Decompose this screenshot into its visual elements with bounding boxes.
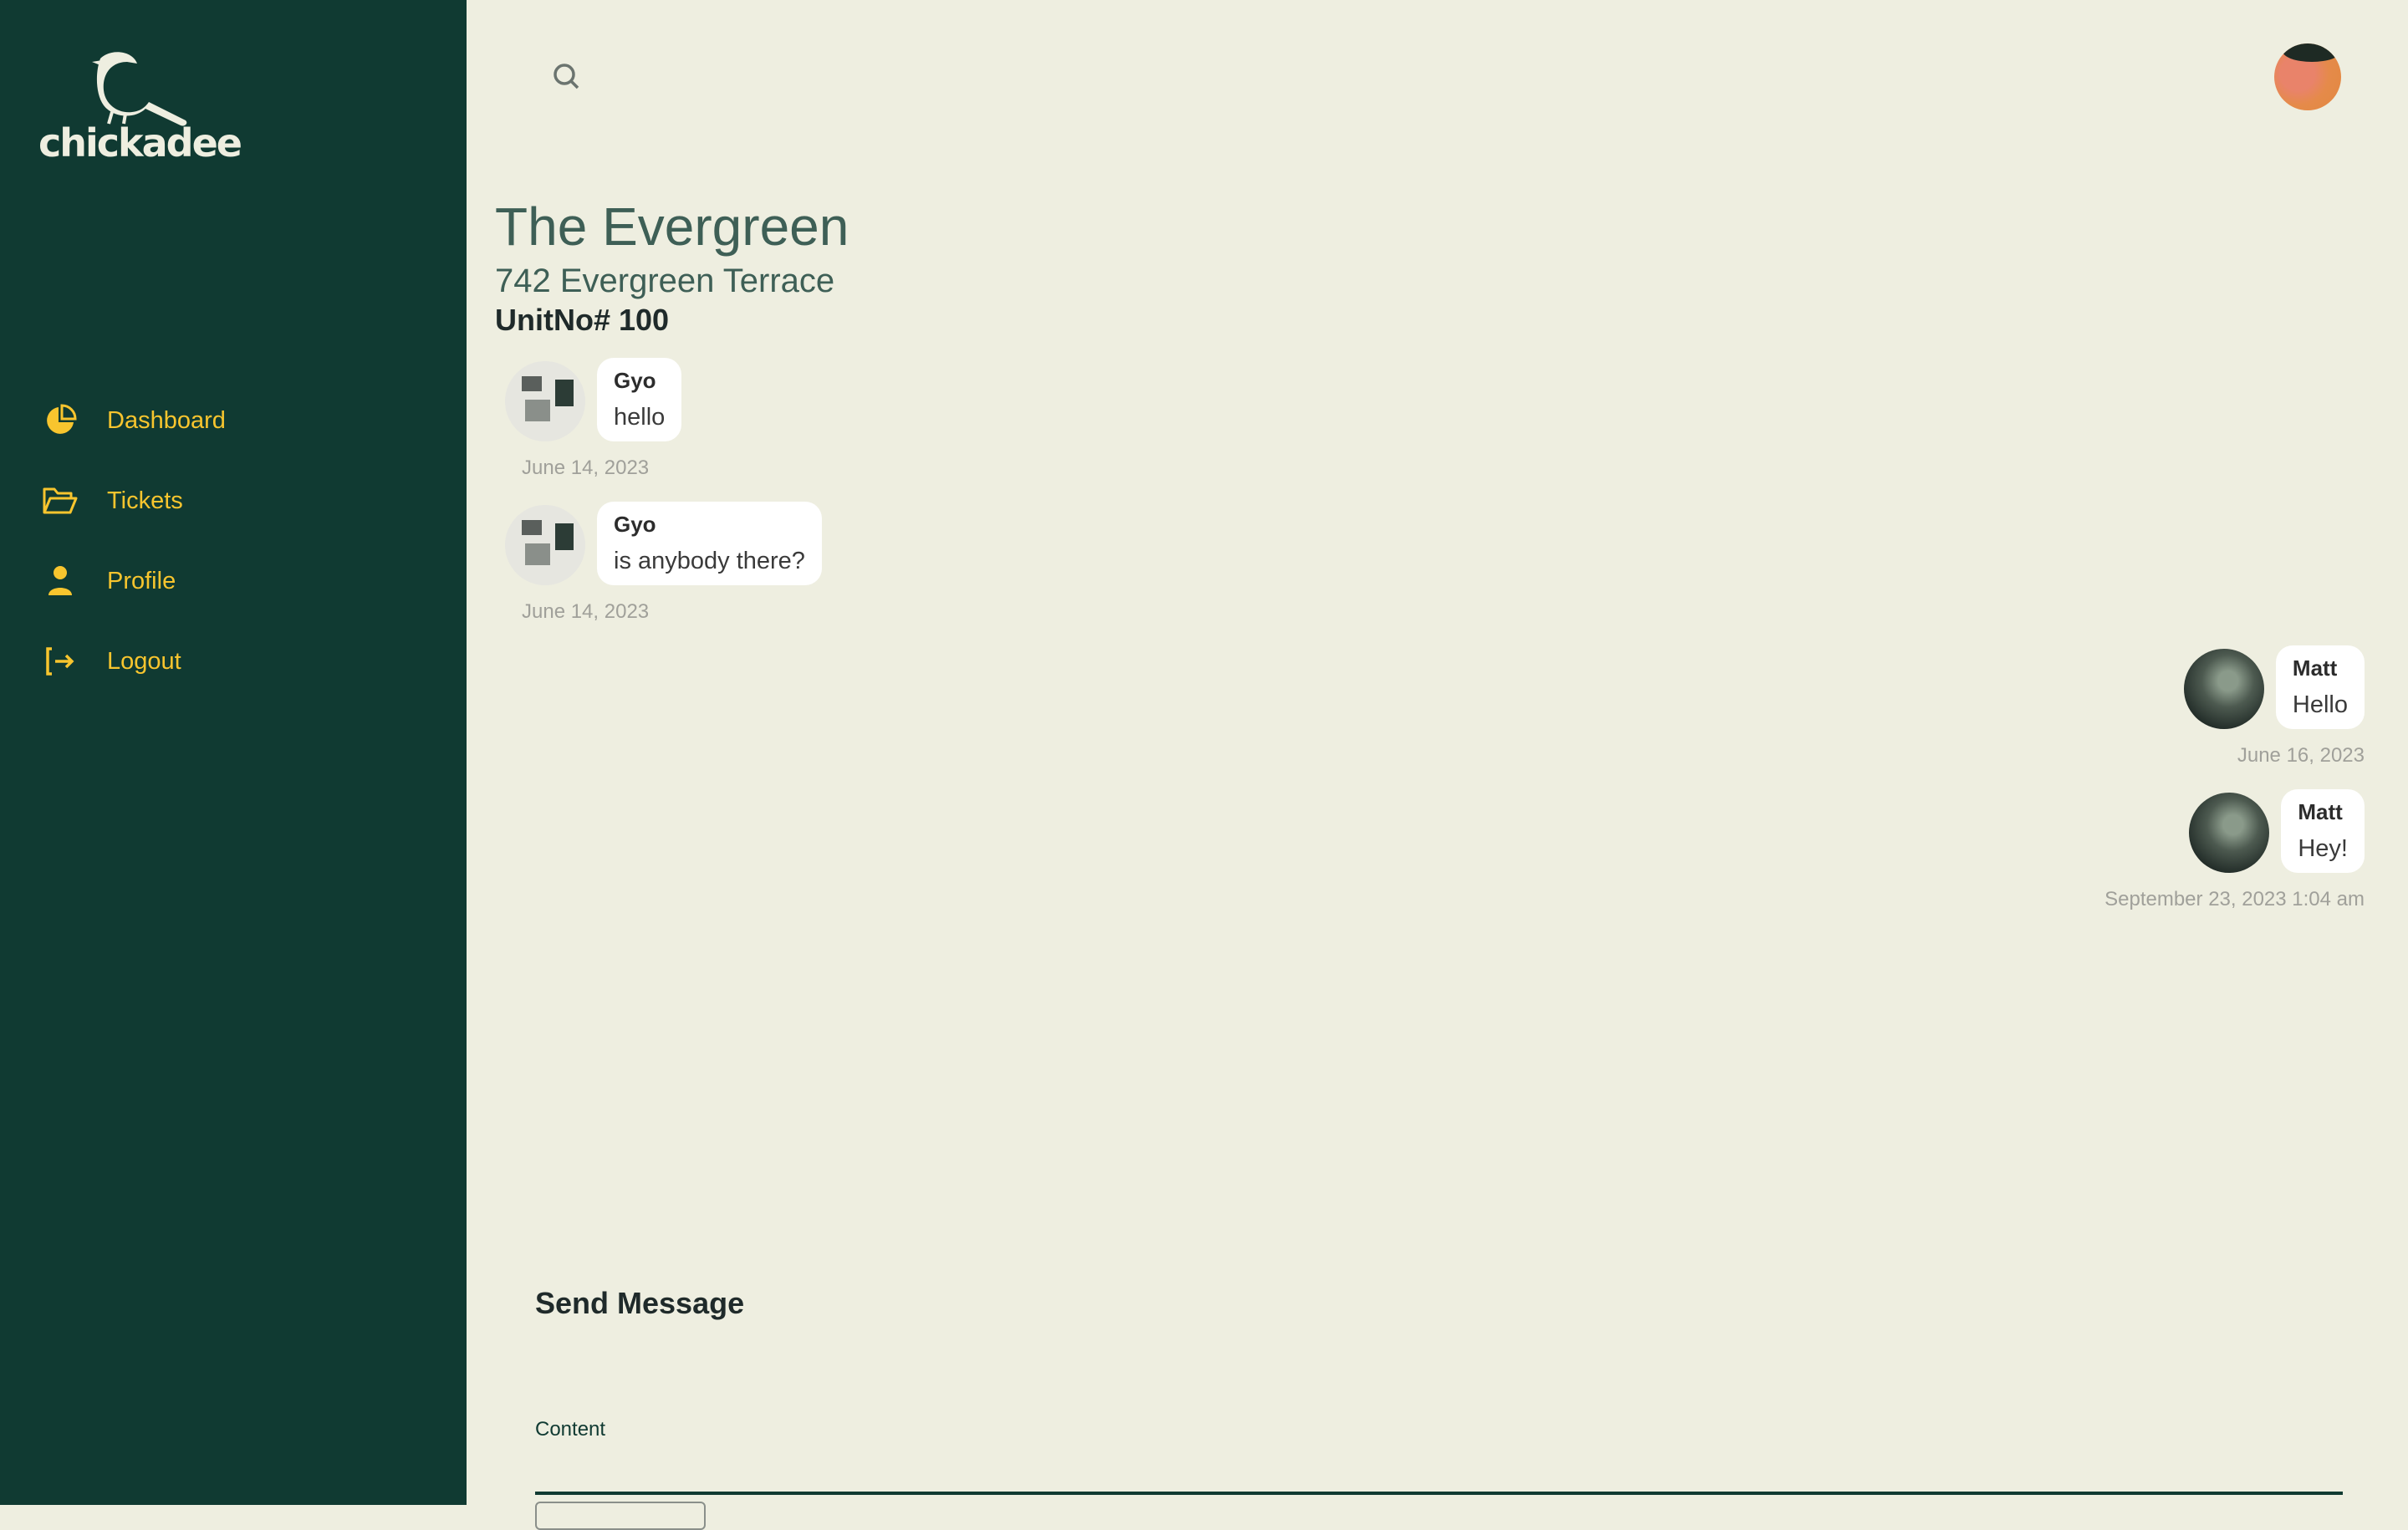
sidebar-item-logout[interactable]: Logout — [42, 621, 226, 701]
message-item: Gyo hello June 14, 2023 — [505, 358, 682, 480]
folder-open-icon — [42, 482, 79, 519]
sidebar-item-label: Tickets — [107, 487, 183, 514]
send-message-title: Send Message — [535, 1286, 745, 1320]
message-timestamp: June 16, 2023 — [2237, 744, 2365, 767]
content-label: Content — [535, 1418, 606, 1441]
message-item: Matt Hey! September 23, 2023 1:04 am — [2104, 789, 2365, 911]
message-bubble: Gyo is anybody there? — [597, 502, 822, 585]
message-bubble: Matt Hey! — [2281, 789, 2365, 873]
message-author: Matt — [2298, 799, 2343, 824]
sidebar-item-dashboard[interactable]: Dashboard — [42, 380, 226, 461]
message-author: Matt — [2292, 655, 2338, 681]
sidebar-item-label: Profile — [107, 567, 176, 594]
message-text: hello — [614, 404, 666, 431]
sidebar-item-profile[interactable]: Profile — [42, 541, 226, 621]
sidebar: chickadee Dashboard Tickets Profile Logo… — [0, 0, 467, 1505]
brand-logo[interactable]: chickadee — [38, 47, 242, 166]
user-icon — [42, 563, 79, 599]
message-text: is anybody there? — [614, 548, 805, 574]
avatar — [505, 361, 585, 441]
sidebar-nav: Dashboard Tickets Profile Logout — [42, 380, 226, 701]
avatar — [505, 505, 585, 585]
pie-chart-icon — [42, 402, 79, 439]
property-address: 742 Evergreen Terrace — [495, 263, 835, 299]
message-author: Gyo — [614, 512, 656, 537]
message-bubble: Matt Hello — [2275, 645, 2365, 729]
message-item: Matt Hello June 16, 2023 — [2183, 645, 2365, 768]
avatar — [2189, 793, 2270, 873]
sidebar-item-label: Logout — [107, 647, 181, 675]
user-avatar[interactable] — [2274, 43, 2341, 110]
sidebar-item-tickets[interactable]: Tickets — [42, 461, 226, 541]
message-bubble: Gyo hello — [597, 358, 682, 441]
chickadee-bird-icon — [92, 52, 187, 126]
avatar — [2183, 649, 2264, 729]
message-text: Hey! — [2298, 835, 2348, 862]
main-content: The Evergreen 742 Evergreen Terrace Unit… — [467, 0, 2408, 1530]
unit-number: UnitNo# 100 — [495, 303, 670, 337]
message-text: Hello — [2292, 691, 2348, 718]
message-author: Gyo — [614, 368, 656, 393]
sidebar-item-label: Dashboard — [107, 406, 226, 434]
message-timestamp: June 14, 2023 — [522, 456, 650, 479]
search-icon[interactable] — [550, 60, 584, 94]
content-input[interactable] — [535, 1446, 2343, 1495]
property-name: The Evergreen — [495, 196, 849, 257]
message-item: Gyo is anybody there? June 14, 2023 — [505, 502, 822, 624]
send-button[interactable] — [535, 1502, 706, 1530]
logout-icon — [42, 643, 79, 680]
message-timestamp: September 23, 2023 1:04 am — [2104, 888, 2365, 910]
message-timestamp: June 14, 2023 — [522, 600, 650, 623]
brand-name: chickadee — [38, 120, 242, 166]
